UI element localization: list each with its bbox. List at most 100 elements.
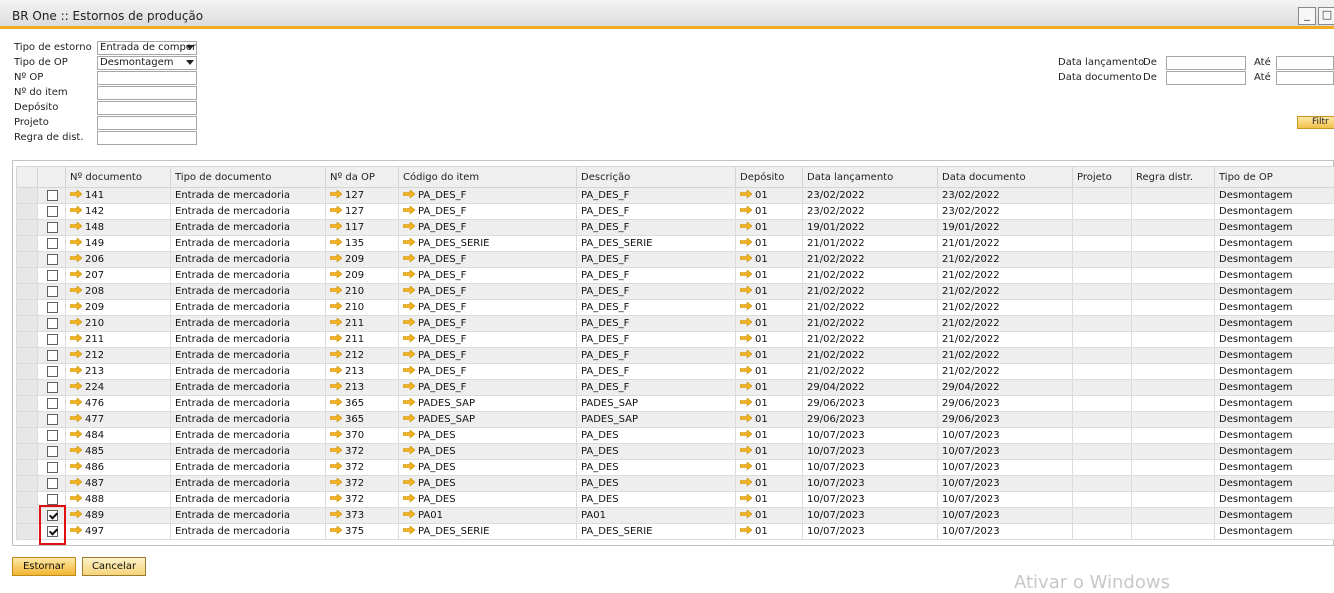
- link-arrow-icon[interactable]: [70, 510, 82, 518]
- link-arrow-icon[interactable]: [330, 382, 342, 390]
- link-arrow-icon[interactable]: [403, 222, 415, 230]
- row-checkbox[interactable]: [47, 494, 58, 505]
- link-arrow-icon[interactable]: [330, 334, 342, 342]
- row-checkbox[interactable]: [47, 414, 58, 425]
- link-arrow-icon[interactable]: [330, 238, 342, 246]
- link-arrow-icon[interactable]: [330, 526, 342, 534]
- link-arrow-icon[interactable]: [403, 350, 415, 358]
- data-lancamento-ate-input[interactable]: [1276, 56, 1334, 70]
- link-arrow-icon[interactable]: [403, 206, 415, 214]
- table-row[interactable]: 207Entrada de mercadoria209PA_DES_FPA_DE…: [17, 268, 1334, 284]
- link-arrow-icon[interactable]: [403, 414, 415, 422]
- table-row[interactable]: 211Entrada de mercadoria211PA_DES_FPA_DE…: [17, 332, 1334, 348]
- link-arrow-icon[interactable]: [70, 382, 82, 390]
- column-header-projeto[interactable]: Projeto: [1073, 167, 1132, 188]
- row-header[interactable]: [17, 380, 38, 396]
- link-arrow-icon[interactable]: [403, 526, 415, 534]
- link-arrow-icon[interactable]: [330, 494, 342, 502]
- projeto-input[interactable]: [97, 116, 197, 130]
- table-row[interactable]: 213Entrada de mercadoria213PA_DES_FPA_DE…: [17, 364, 1334, 380]
- link-arrow-icon[interactable]: [740, 398, 752, 406]
- link-arrow-icon[interactable]: [330, 286, 342, 294]
- link-arrow-icon[interactable]: [70, 366, 82, 374]
- link-arrow-icon[interactable]: [740, 286, 752, 294]
- link-arrow-icon[interactable]: [330, 510, 342, 518]
- link-arrow-icon[interactable]: [403, 398, 415, 406]
- link-arrow-icon[interactable]: [70, 414, 82, 422]
- estornar-button[interactable]: Estornar: [12, 557, 76, 576]
- column-header-regra[interactable]: Regra distr.: [1132, 167, 1215, 188]
- row-header[interactable]: [17, 524, 38, 540]
- row-header[interactable]: [17, 460, 38, 476]
- row-checkbox[interactable]: [47, 350, 58, 361]
- link-arrow-icon[interactable]: [70, 206, 82, 214]
- data-documento-de-input[interactable]: [1166, 71, 1246, 85]
- link-arrow-icon[interactable]: [740, 446, 752, 454]
- column-header-codigo[interactable]: Código do item: [399, 167, 577, 188]
- row-header[interactable]: [17, 348, 38, 364]
- link-arrow-icon[interactable]: [403, 366, 415, 374]
- column-header-data-doc[interactable]: Data documento: [938, 167, 1073, 188]
- link-arrow-icon[interactable]: [330, 414, 342, 422]
- link-arrow-icon[interactable]: [70, 462, 82, 470]
- link-arrow-icon[interactable]: [330, 398, 342, 406]
- link-arrow-icon[interactable]: [70, 254, 82, 262]
- link-arrow-icon[interactable]: [740, 190, 752, 198]
- link-arrow-icon[interactable]: [403, 286, 415, 294]
- row-header[interactable]: [17, 220, 38, 236]
- link-arrow-icon[interactable]: [740, 318, 752, 326]
- link-arrow-icon[interactable]: [740, 254, 752, 262]
- row-header[interactable]: [17, 444, 38, 460]
- num-op-input[interactable]: [97, 71, 197, 85]
- table-row[interactable]: 142Entrada de mercadoria127PA_DES_FPA_DE…: [17, 204, 1334, 220]
- link-arrow-icon[interactable]: [403, 190, 415, 198]
- minimize-button[interactable]: _: [1298, 7, 1316, 25]
- link-arrow-icon[interactable]: [330, 446, 342, 454]
- link-arrow-icon[interactable]: [403, 334, 415, 342]
- link-arrow-icon[interactable]: [403, 478, 415, 486]
- row-header[interactable]: [17, 204, 38, 220]
- link-arrow-icon[interactable]: [740, 382, 752, 390]
- table-row[interactable]: 209Entrada de mercadoria210PA_DES_FPA_DE…: [17, 300, 1334, 316]
- row-checkbox[interactable]: [47, 318, 58, 329]
- link-arrow-icon[interactable]: [740, 462, 752, 470]
- link-arrow-icon[interactable]: [70, 302, 82, 310]
- table-row[interactable]: 488Entrada de mercadoria372PA_DESPA_DES0…: [17, 492, 1334, 508]
- row-checkbox[interactable]: [47, 206, 58, 217]
- maximize-button[interactable]: □: [1318, 7, 1334, 25]
- row-header[interactable]: [17, 476, 38, 492]
- row-header[interactable]: [17, 236, 38, 252]
- filter-button[interactable]: Filtr: [1297, 116, 1334, 129]
- link-arrow-icon[interactable]: [403, 270, 415, 278]
- table-row[interactable]: 210Entrada de mercadoria211PA_DES_FPA_DE…: [17, 316, 1334, 332]
- row-header[interactable]: [17, 252, 38, 268]
- cancelar-button[interactable]: Cancelar: [82, 557, 146, 576]
- row-header[interactable]: [17, 412, 38, 428]
- link-arrow-icon[interactable]: [403, 254, 415, 262]
- link-arrow-icon[interactable]: [70, 286, 82, 294]
- regra-dist-input[interactable]: [97, 131, 197, 145]
- link-arrow-icon[interactable]: [330, 478, 342, 486]
- link-arrow-icon[interactable]: [70, 526, 82, 534]
- link-arrow-icon[interactable]: [330, 254, 342, 262]
- row-checkbox[interactable]: [47, 254, 58, 265]
- row-checkbox[interactable]: [47, 238, 58, 249]
- row-header[interactable]: [17, 396, 38, 412]
- link-arrow-icon[interactable]: [330, 190, 342, 198]
- deposito-input[interactable]: [97, 101, 197, 115]
- link-arrow-icon[interactable]: [70, 222, 82, 230]
- link-arrow-icon[interactable]: [70, 350, 82, 358]
- link-arrow-icon[interactable]: [70, 446, 82, 454]
- table-row[interactable]: 224Entrada de mercadoria213PA_DES_FPA_DE…: [17, 380, 1334, 396]
- row-header[interactable]: [17, 332, 38, 348]
- row-checkbox[interactable]: [47, 334, 58, 345]
- link-arrow-icon[interactable]: [403, 430, 415, 438]
- link-arrow-icon[interactable]: [403, 446, 415, 454]
- row-header[interactable]: [17, 316, 38, 332]
- link-arrow-icon[interactable]: [330, 462, 342, 470]
- row-checkbox[interactable]: [47, 462, 58, 473]
- row-checkbox[interactable]: [47, 302, 58, 313]
- row-header[interactable]: [17, 268, 38, 284]
- table-row[interactable]: 148Entrada de mercadoria117PA_DES_FPA_DE…: [17, 220, 1334, 236]
- link-arrow-icon[interactable]: [740, 478, 752, 486]
